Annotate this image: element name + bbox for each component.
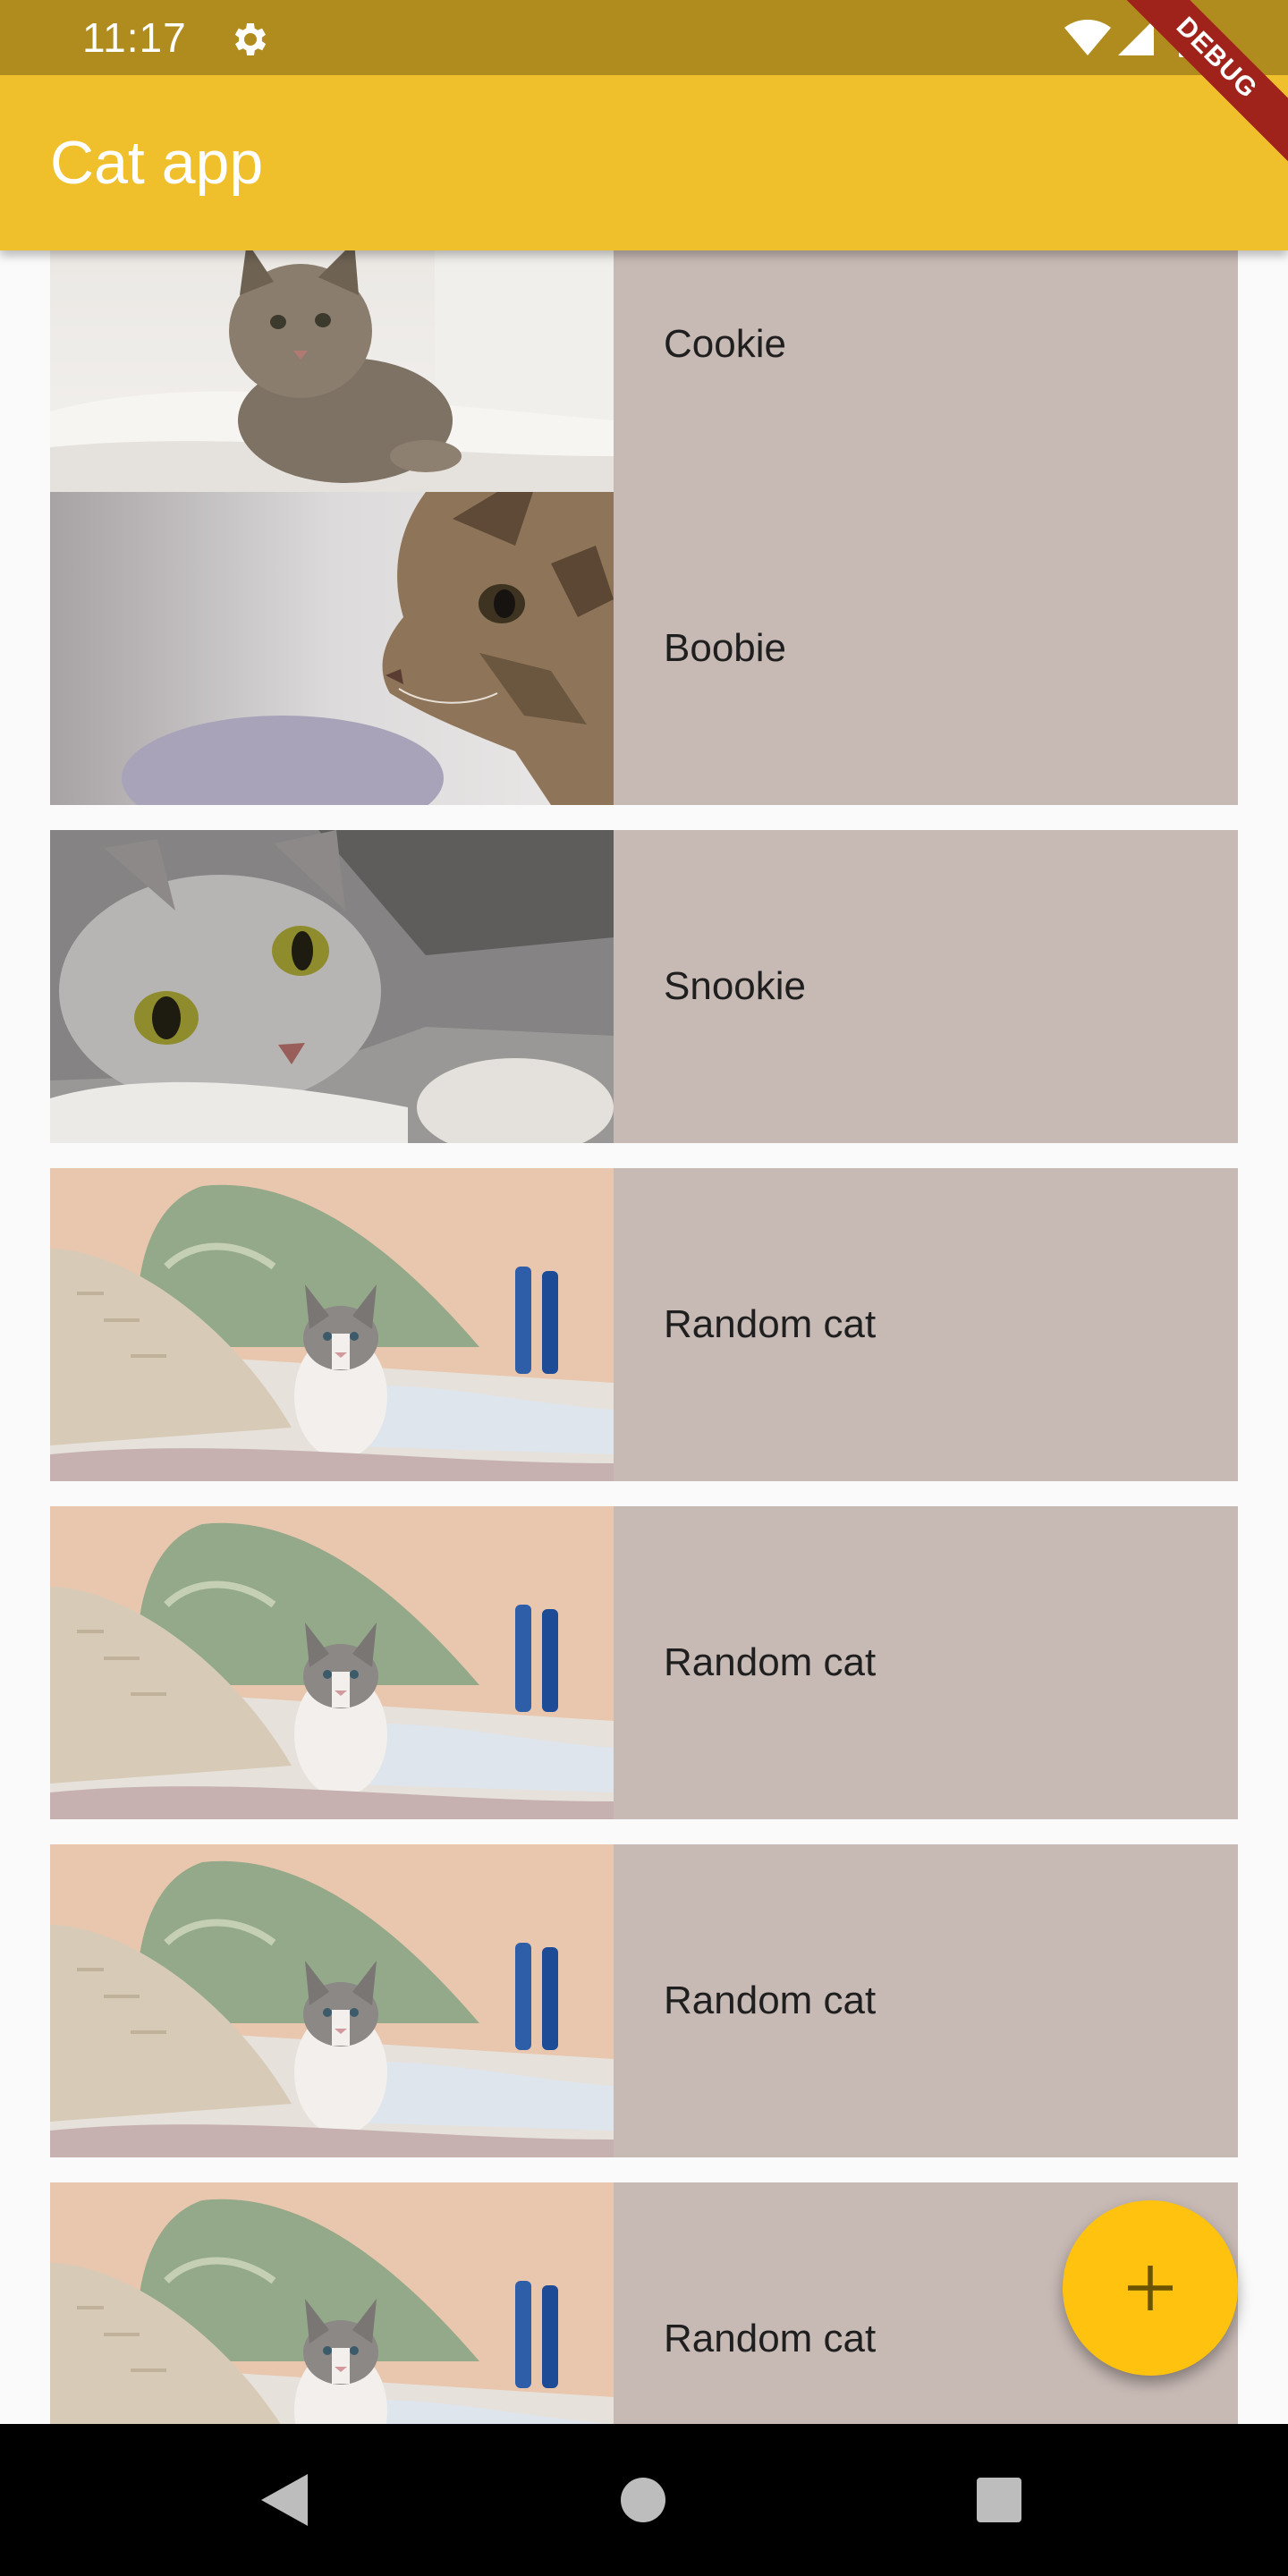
kitten-on-blanket-photo bbox=[50, 250, 614, 501]
cat-name: Snookie bbox=[664, 964, 807, 1008]
kitten-on-bed-photo bbox=[50, 1506, 614, 1819]
cat-card[interactable]: Random cat bbox=[50, 1506, 1238, 1819]
cat-name: Random cat bbox=[664, 2317, 877, 2360]
cat-list[interactable]: Cookie Boobie Snookie Random cat Random … bbox=[0, 250, 1288, 2424]
status-time: 11:17 bbox=[82, 14, 187, 61]
cat-card[interactable]: Cookie bbox=[50, 250, 1238, 501]
cat-card[interactable]: Random cat bbox=[50, 1844, 1238, 2157]
tabby-cat-profile-photo bbox=[50, 492, 614, 805]
cat-card[interactable]: Random cat bbox=[50, 1168, 1238, 1481]
add-cat-button[interactable] bbox=[1063, 2200, 1238, 2376]
settings-gear-icon bbox=[234, 23, 267, 55]
wifi-icon bbox=[1064, 20, 1111, 55]
cat-card[interactable]: Random cat bbox=[50, 2182, 1238, 2424]
cat-name: Random cat bbox=[664, 1640, 877, 1684]
cat-card[interactable]: Boobie bbox=[50, 492, 1238, 805]
cat-name: Boobie bbox=[664, 626, 787, 670]
cat-card[interactable]: Snookie bbox=[50, 830, 1238, 1143]
plus-icon bbox=[1128, 2266, 1173, 2310]
cat-name: Random cat bbox=[664, 1302, 877, 1346]
kitten-on-bed-photo bbox=[50, 1168, 614, 1481]
status-bar: 11:17 bbox=[0, 0, 1288, 75]
cat-name: Random cat bbox=[664, 1979, 877, 2022]
cat-name: Cookie bbox=[664, 322, 786, 366]
back-icon[interactable] bbox=[261, 2474, 308, 2526]
home-icon[interactable] bbox=[621, 2478, 665, 2522]
recents-icon[interactable] bbox=[977, 2478, 1021, 2522]
cell-signal-icon bbox=[1118, 20, 1154, 55]
kitten-on-bed-photo bbox=[50, 1844, 614, 2157]
kitten-on-bed-photo bbox=[50, 2182, 614, 2424]
app-bar: Cat app bbox=[0, 75, 1288, 250]
system-nav-bar bbox=[0, 2424, 1288, 2576]
app-title: Cat app bbox=[50, 129, 264, 197]
grey-cat-lying-photo bbox=[50, 830, 614, 1143]
